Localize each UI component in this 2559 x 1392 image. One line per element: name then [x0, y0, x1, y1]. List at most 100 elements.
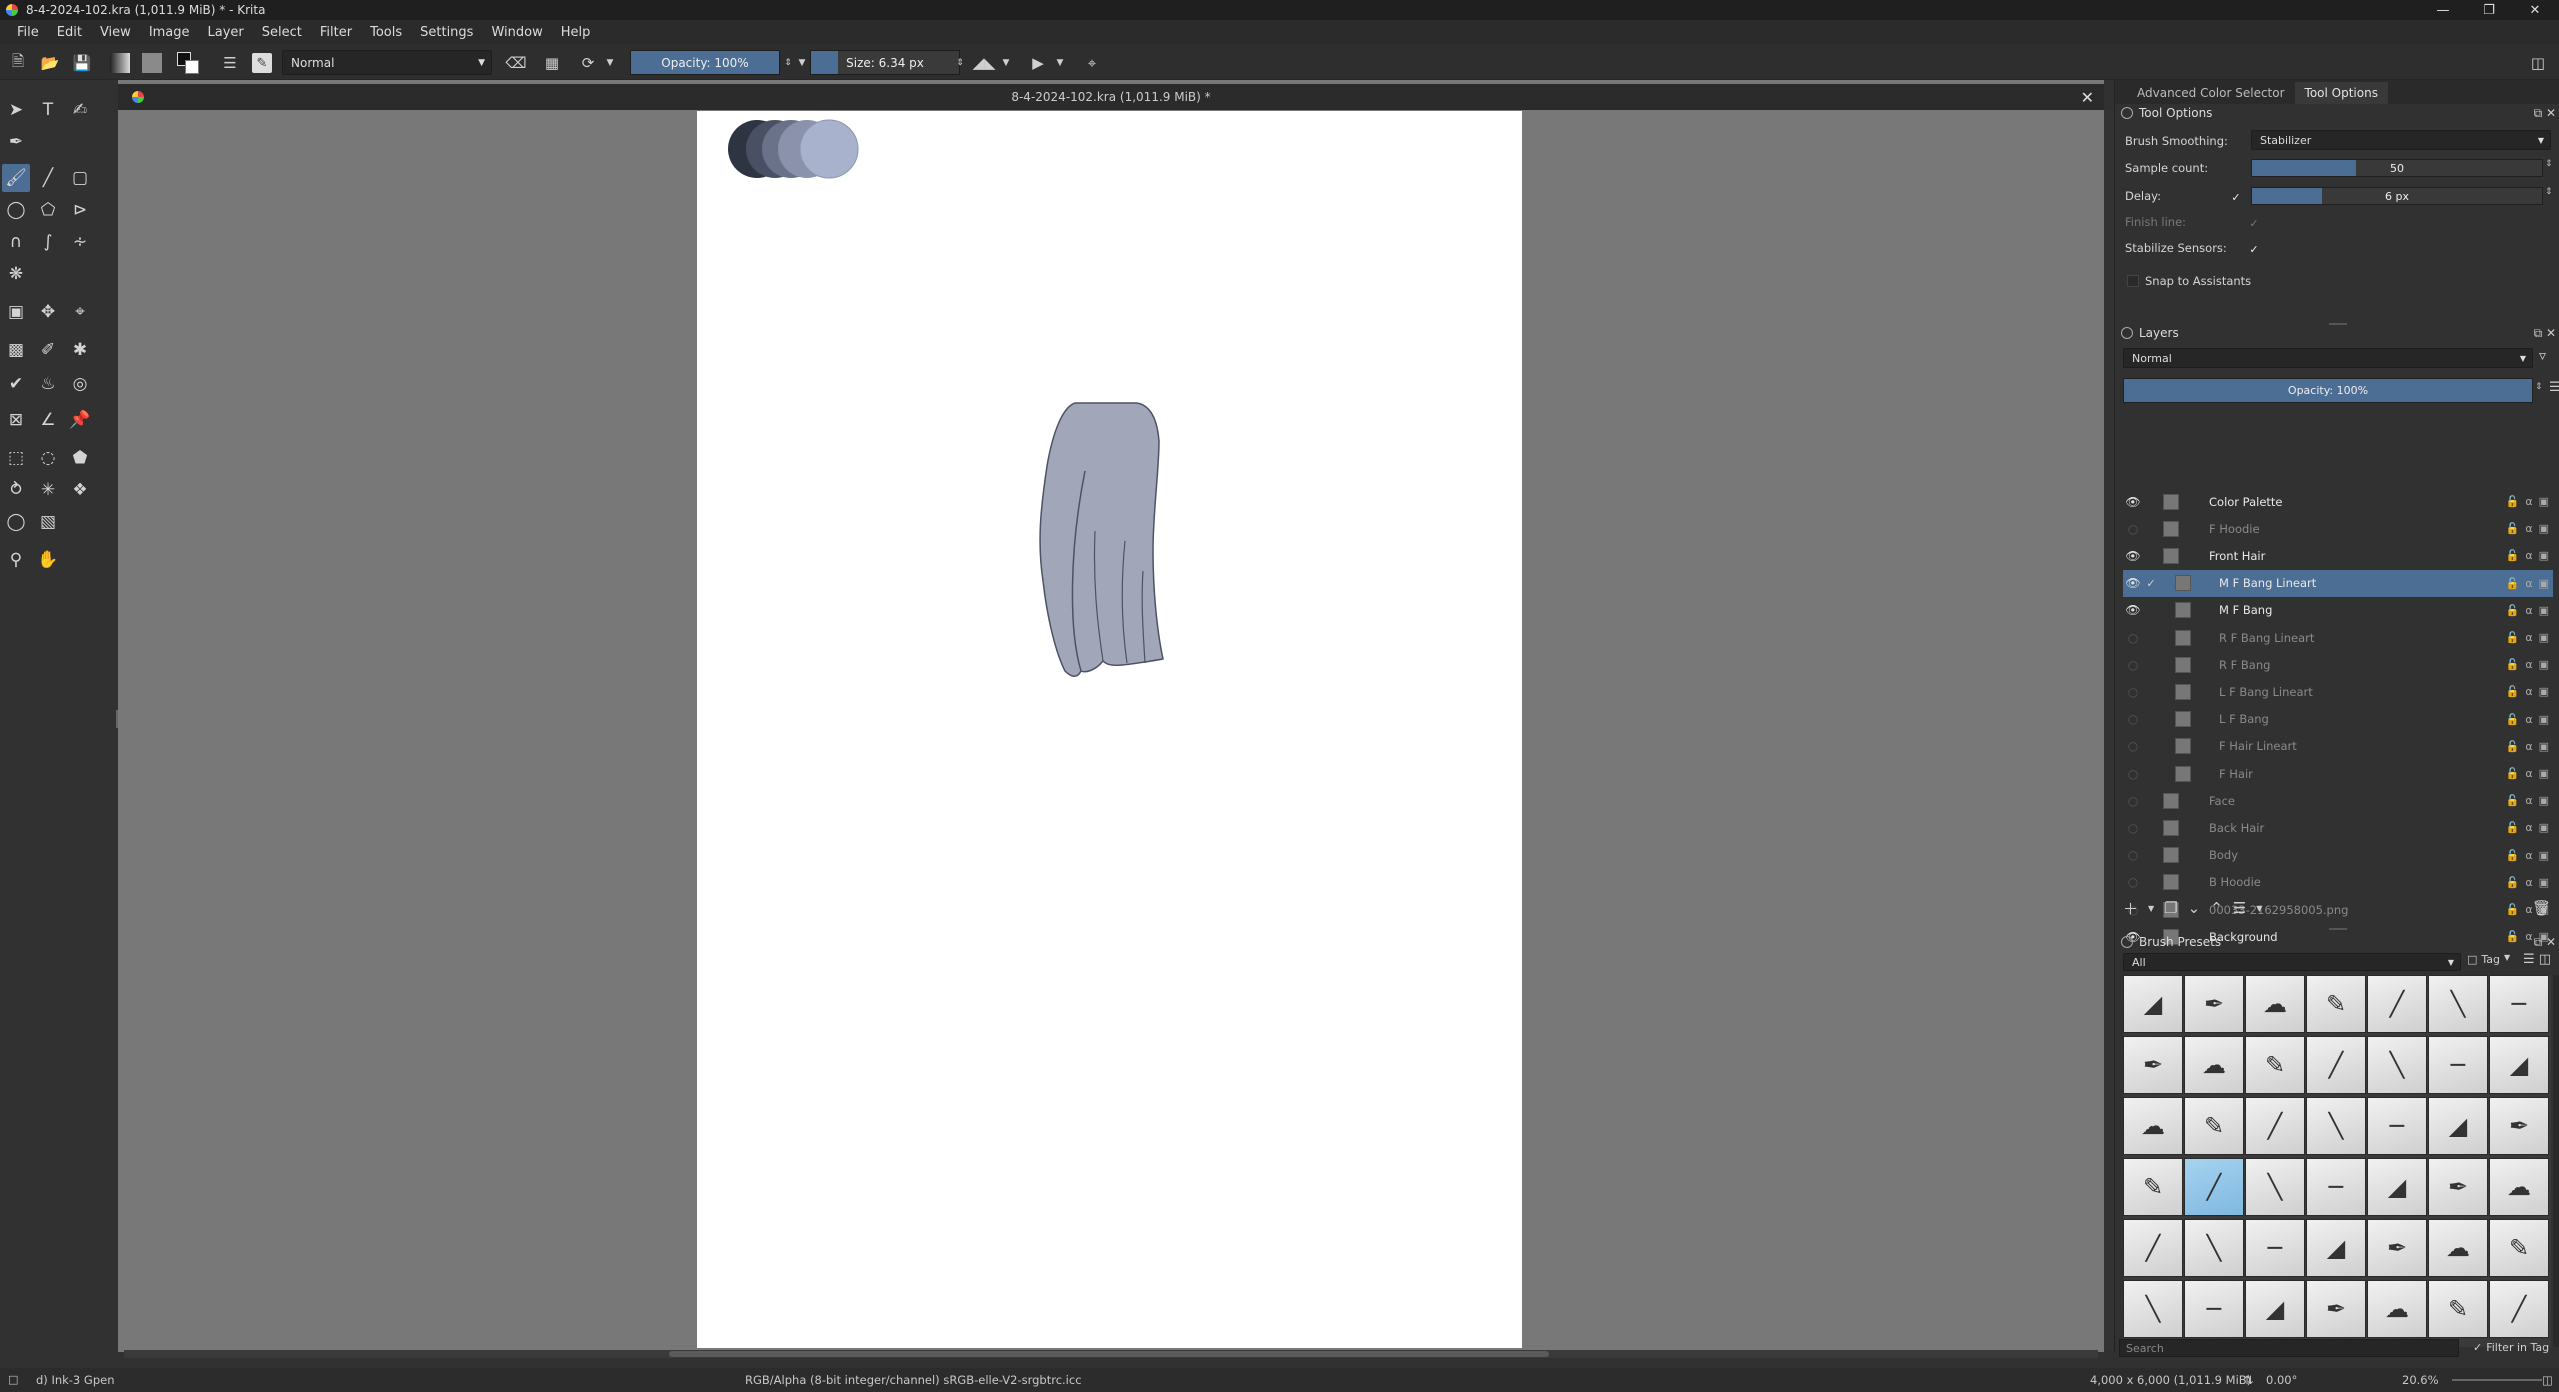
brush-preset-thumbnail[interactable]: ╱ — [2245, 1097, 2305, 1155]
layer-select-checkbox[interactable] — [2145, 659, 2157, 671]
brush-preset-thumbnail[interactable]: ✒ — [2123, 1036, 2183, 1094]
lock-icon[interactable]: 🔓 — [2506, 849, 2520, 862]
freehand-select-icon[interactable]: ⥁ — [2, 476, 30, 504]
lock-icon[interactable] — [2121, 107, 2133, 119]
brush-preset-thumbnail[interactable]: ☁ — [2123, 1097, 2183, 1155]
alpha-lock-icon[interactable]: α — [2525, 876, 2532, 889]
alpha-lock-icon[interactable]: α — [2525, 631, 2532, 644]
brush-preset-thumbnail[interactable]: ╱ — [2123, 1219, 2183, 1277]
brush-preset-thumbnail[interactable]: ╲ — [2245, 1158, 2305, 1216]
layer-select-checkbox[interactable] — [2145, 822, 2157, 834]
finish-line-checkbox[interactable]: ✓ — [2248, 217, 2260, 230]
layer-select-checkbox[interactable] — [2145, 713, 2157, 725]
lock-icon[interactable]: 🔓 — [2506, 876, 2520, 889]
polygon-tool-icon[interactable]: ⬠ — [34, 196, 62, 224]
brush-preset-status-icon[interactable]: □ — [8, 1373, 18, 1386]
stabilize-sensors-checkbox[interactable]: ✓ — [2248, 243, 2260, 256]
inherit-alpha-icon[interactable]: ▣ — [2539, 767, 2549, 780]
gradient-picker-icon[interactable] — [108, 51, 132, 75]
layer-select-checkbox[interactable] — [2145, 632, 2157, 644]
menu-image[interactable]: Image — [140, 25, 199, 40]
size-spin-icon[interactable]: ⇕ — [954, 51, 966, 75]
brush-preset-thumbnail[interactable]: ╲ — [2428, 975, 2488, 1033]
calligraphy-icon[interactable]: ✒ — [2, 128, 30, 156]
similar-select-icon[interactable]: ❖ — [66, 476, 94, 504]
brush-preset-thumbnail[interactable]: ✎ — [2184, 1097, 2244, 1155]
chevron-down-icon[interactable]: ▼ — [2148, 904, 2154, 913]
eye-closed-icon[interactable]: ○ — [2125, 738, 2141, 754]
menu-window[interactable]: Window — [482, 25, 551, 40]
brush-preset-thumbnail[interactable]: ☁ — [2428, 1219, 2488, 1277]
layer-select-checkbox[interactable] — [2145, 496, 2157, 508]
rect-select-icon[interactable]: ⬚ — [2, 444, 30, 472]
layer-select-checkbox[interactable] — [2145, 849, 2157, 861]
layer-row[interactable]: ○ L F Bang Lineart 🔓 α ▣ — [2123, 678, 2553, 705]
inherit-alpha-icon[interactable]: ▣ — [2539, 685, 2549, 698]
inherit-alpha-icon[interactable]: ▣ — [2539, 631, 2549, 644]
brush-preset-thumbnail[interactable]: ─ — [2184, 1280, 2244, 1338]
brush-preset-thumbnail[interactable]: ╲ — [2367, 1036, 2427, 1094]
vertical-scrollbar[interactable] — [2104, 110, 2114, 1350]
alpha-lock-icon[interactable]: α — [2525, 821, 2532, 834]
select-shapes-icon[interactable]: ➤ — [2, 96, 30, 124]
inherit-alpha-icon[interactable]: ▣ — [2539, 713, 2549, 726]
brush-preset-thumbnail[interactable]: ✎ — [2489, 1219, 2549, 1277]
pattern-picker-icon[interactable] — [140, 51, 164, 75]
delay-spin-icon[interactable]: ⇕ — [2545, 187, 2553, 197]
canvas-page[interactable] — [697, 111, 1522, 1348]
add-layer-icon[interactable]: ＋ — [2123, 898, 2138, 919]
delete-layer-icon[interactable]: 🗑 — [2532, 899, 2551, 917]
brush-preset-thumbnail[interactable]: ◢ — [2367, 1158, 2427, 1216]
minimize-button[interactable]: — — [2420, 0, 2466, 20]
eye-closed-icon[interactable]: ○ — [2125, 684, 2141, 700]
alpha-lock-icon[interactable]: α — [2525, 577, 2532, 590]
menu-view[interactable]: View — [91, 25, 140, 40]
layer-row[interactable]: ○ F Hoodie 🔓 α ▣ — [2123, 515, 2553, 542]
menu-layer[interactable]: Layer — [199, 25, 253, 40]
layer-select-checkbox[interactable] — [2145, 768, 2157, 780]
brush-preset-thumbnail[interactable]: ◢ — [2489, 1036, 2549, 1094]
brush-preset-thumbnail[interactable]: ─ — [2245, 1219, 2305, 1277]
brush-preset-thumbnail[interactable]: ╱ — [2306, 1036, 2366, 1094]
alpha-lock-icon[interactable]: α — [2525, 658, 2532, 671]
brush-preset-thumbnail[interactable]: ─ — [2367, 1097, 2427, 1155]
save-document-icon[interactable]: 💾 — [70, 51, 94, 75]
opacity-slider[interactable]: Opacity: 100% — [630, 50, 780, 75]
zoom-slider[interactable] — [2452, 1379, 2542, 1381]
measure-tool-icon[interactable]: ∠ — [34, 406, 62, 434]
layer-row[interactable]: 👁 Front Hair 🔓 α ▣ — [2123, 542, 2553, 569]
lock-icon[interactable]: 🔓 — [2506, 821, 2520, 834]
lock-icon[interactable]: 🔓 — [2506, 794, 2520, 807]
chevron-down-icon[interactable]: ▼ — [1000, 51, 1012, 75]
menu-edit[interactable]: Edit — [48, 25, 91, 40]
gradient-tool-icon[interactable]: ▩ — [2, 336, 30, 364]
menu-settings[interactable]: Settings — [411, 25, 482, 40]
polyline-tool-icon[interactable]: ⊳ — [66, 196, 94, 224]
layer-filter-icon[interactable]: ▿ — [2539, 348, 2546, 364]
line-tool-icon[interactable]: ╱ — [34, 164, 62, 192]
inherit-alpha-icon[interactable]: ▣ — [2539, 821, 2549, 834]
eye-open-icon[interactable]: 👁 — [2125, 548, 2141, 564]
fit-zoom-icon[interactable]: ◫ — [2542, 1373, 2553, 1387]
image-size-label[interactable]: 4,000 x 6,000 (1,011.9 MiB) — [2090, 1373, 2251, 1387]
brush-preset-thumbnail[interactable]: ╲ — [2306, 1097, 2366, 1155]
filter-in-tag-toggle[interactable]: ✓ Filter in Tag — [2473, 1341, 2549, 1354]
menu-tools[interactable]: Tools — [361, 25, 411, 40]
inherit-alpha-icon[interactable]: ▣ — [2539, 549, 2549, 562]
multibrush-icon[interactable]: ❋ — [2, 260, 30, 288]
preserve-alpha-icon[interactable]: ▦ — [540, 51, 564, 75]
freehand-brush-icon[interactable]: 🖌 — [2, 164, 30, 192]
eye-closed-icon[interactable]: ○ — [2125, 820, 2141, 836]
move-tool-icon[interactable]: ✥ — [34, 298, 62, 326]
scrollbar-thumb[interactable] — [669, 1351, 1549, 1357]
eye-closed-icon[interactable]: ○ — [2125, 711, 2141, 727]
panel-splitter-handle[interactable] — [2329, 928, 2347, 930]
bezier-select-icon[interactable]: ◯ — [2, 508, 30, 536]
lock-icon[interactable]: 🔓 — [2506, 685, 2520, 698]
alpha-lock-icon[interactable]: α — [2525, 549, 2532, 562]
presets-scrollbar[interactable] — [2553, 975, 2559, 1347]
ellipse-select-icon[interactable]: ◌ — [34, 444, 62, 472]
smart-patch-icon[interactable]: ✱ — [66, 336, 94, 364]
rectangle-tool-icon[interactable]: ▢ — [66, 164, 94, 192]
menu-help[interactable]: Help — [552, 25, 600, 40]
